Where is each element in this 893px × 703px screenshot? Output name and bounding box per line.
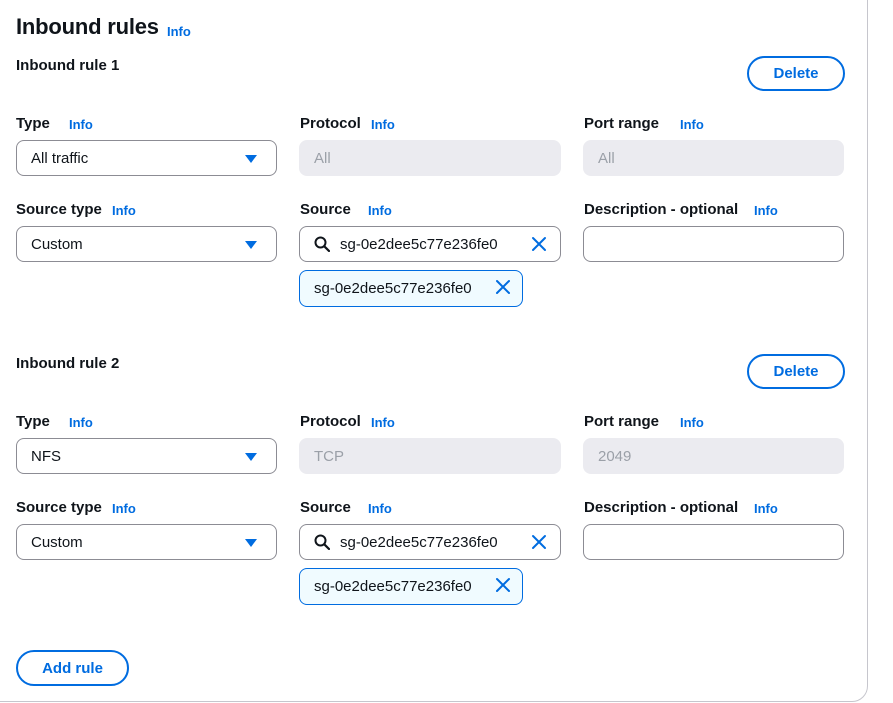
port-range-value: 2049 — [598, 447, 632, 465]
close-icon[interactable] — [495, 279, 511, 295]
type-select-value: NFS — [31, 447, 61, 465]
rule-title: Inbound rule 1 — [16, 57, 120, 74]
caret-down-icon — [245, 241, 257, 249]
description-info-link[interactable]: Info — [754, 501, 778, 516]
source-search-value: sg-0e2dee5c77e236fe0 — [340, 533, 498, 551]
section-info-link[interactable]: Info — [167, 24, 191, 39]
close-icon[interactable] — [531, 534, 547, 550]
protocol-value: TCP — [314, 447, 344, 465]
source-type-value: Custom — [31, 235, 83, 253]
description-field[interactable] — [583, 226, 844, 262]
protocol-field: TCP — [299, 438, 561, 474]
source-token-label: sg-0e2dee5c77e236fe0 — [314, 280, 472, 297]
source-token-label: sg-0e2dee5c77e236fe0 — [314, 578, 472, 595]
port-range-label: Port range — [584, 413, 660, 430]
source-label: Source — [300, 201, 351, 218]
source-type-value: Custom — [31, 533, 83, 551]
caret-down-icon — [245, 539, 257, 547]
delete-rule-button[interactable]: Delete — [747, 56, 845, 91]
close-icon[interactable] — [495, 577, 511, 593]
caret-down-icon — [245, 453, 257, 461]
protocol-value: All — [314, 149, 331, 167]
close-icon[interactable] — [531, 236, 547, 252]
source-token: sg-0e2dee5c77e236fe0 — [299, 270, 523, 307]
description-field[interactable] — [583, 524, 844, 560]
type-label: Type — [16, 413, 50, 430]
source-search-value: sg-0e2dee5c77e236fe0 — [340, 235, 498, 253]
port-range-info-link[interactable]: Info — [680, 415, 704, 430]
section-title: Inbound rules — [16, 14, 159, 39]
protocol-info-link[interactable]: Info — [371, 415, 395, 430]
delete-rule-button[interactable]: Delete — [747, 354, 845, 389]
source-label: Source — [300, 499, 351, 516]
protocol-info-link[interactable]: Info — [371, 117, 395, 132]
port-range-info-link[interactable]: Info — [680, 117, 704, 132]
source-type-select[interactable]: Custom — [16, 524, 277, 560]
type-select[interactable]: NFS — [16, 438, 277, 474]
protocol-field: All — [299, 140, 561, 176]
source-info-link[interactable]: Info — [368, 501, 392, 516]
add-rule-button[interactable]: Add rule — [16, 650, 129, 686]
type-info-link[interactable]: Info — [69, 117, 93, 132]
protocol-label: Protocol — [300, 115, 361, 132]
source-token: sg-0e2dee5c77e236fe0 — [299, 568, 523, 605]
port-range-field: 2049 — [583, 438, 844, 474]
description-info-link[interactable]: Info — [754, 203, 778, 218]
type-select[interactable]: All traffic — [16, 140, 277, 176]
type-select-value: All traffic — [31, 149, 89, 167]
source-search-input[interactable]: sg-0e2dee5c77e236fe0 — [299, 226, 561, 262]
source-type-label: Source type — [16, 201, 102, 218]
type-info-link[interactable]: Info — [69, 415, 93, 430]
caret-down-icon — [245, 155, 257, 163]
description-label: Description - optional — [584, 499, 739, 516]
source-type-label: Source type — [16, 499, 102, 516]
protocol-label: Protocol — [300, 413, 361, 430]
port-range-value: All — [598, 149, 615, 167]
rule-title: Inbound rule 2 — [16, 355, 120, 372]
source-search-input[interactable]: sg-0e2dee5c77e236fe0 — [299, 524, 561, 560]
description-label: Description - optional — [584, 201, 739, 218]
source-type-select[interactable]: Custom — [16, 226, 277, 262]
port-range-label: Port range — [584, 115, 660, 132]
search-icon — [314, 534, 330, 550]
source-type-info-link[interactable]: Info — [112, 203, 136, 218]
source-type-info-link[interactable]: Info — [112, 501, 136, 516]
port-range-field: All — [583, 140, 844, 176]
search-icon — [314, 236, 330, 252]
source-info-link[interactable]: Info — [368, 203, 392, 218]
type-label: Type — [16, 115, 50, 132]
